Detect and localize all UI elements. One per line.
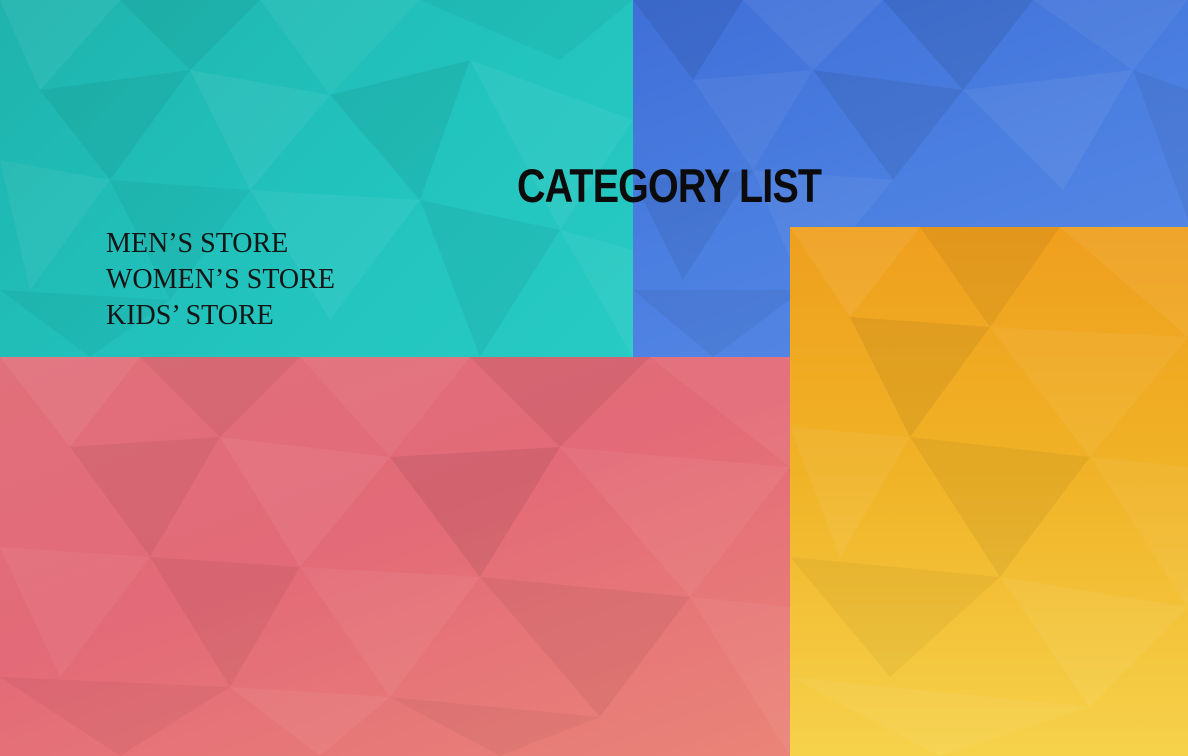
category-link-kids-store[interactable]: KIDS’ STORE <box>106 298 335 334</box>
category-list: MEN’S STORE WOMEN’S STORE KIDS’ STORE <box>106 226 335 334</box>
low-poly-pattern <box>790 227 1188 756</box>
category-link-mens-store[interactable]: MEN’S STORE <box>106 226 335 262</box>
category-link-womens-store[interactable]: WOMEN’S STORE <box>106 262 335 298</box>
red-background-panel <box>0 357 790 756</box>
yellow-background-panel <box>790 227 1188 756</box>
low-poly-pattern <box>0 357 790 756</box>
page-title: CATEGORY LIST <box>517 159 822 212</box>
